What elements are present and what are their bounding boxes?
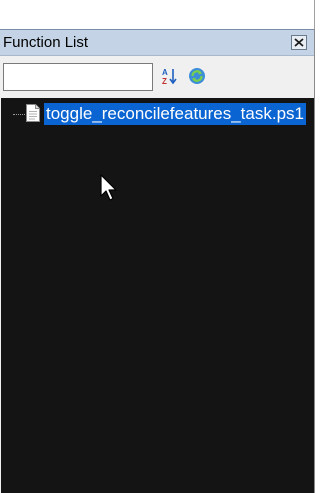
- search-input[interactable]: [3, 63, 153, 91]
- file-icon: [26, 104, 40, 122]
- close-icon: [294, 38, 304, 47]
- panel-title-bar: Function List: [0, 29, 314, 56]
- top-strip-edge: [314, 0, 315, 29]
- refresh-button[interactable]: [187, 66, 207, 86]
- tree-item[interactable]: toggle_reconcilefeatures_task.ps1: [1, 102, 314, 126]
- toolbar: A Z: [0, 56, 314, 96]
- sort-button[interactable]: A Z: [160, 66, 180, 86]
- top-strip: [0, 0, 324, 29]
- close-button[interactable]: [291, 35, 307, 50]
- function-list-panel: Function List A Z toggle_reconcilefeatur…: [0, 29, 315, 493]
- tree-item-label[interactable]: toggle_reconcilefeatures_task.ps1: [44, 103, 306, 125]
- sort-az-icon: A Z: [162, 68, 177, 85]
- svg-text:A: A: [162, 68, 168, 77]
- panel-title: Function List: [3, 34, 89, 51]
- svg-text:Z: Z: [162, 77, 167, 85]
- refresh-icon: [189, 68, 205, 84]
- mouse-pointer-icon: [100, 174, 117, 201]
- function-list-tree[interactable]: toggle_reconcilefeatures_task.ps1: [1, 98, 314, 493]
- tree-connector: [13, 114, 25, 115]
